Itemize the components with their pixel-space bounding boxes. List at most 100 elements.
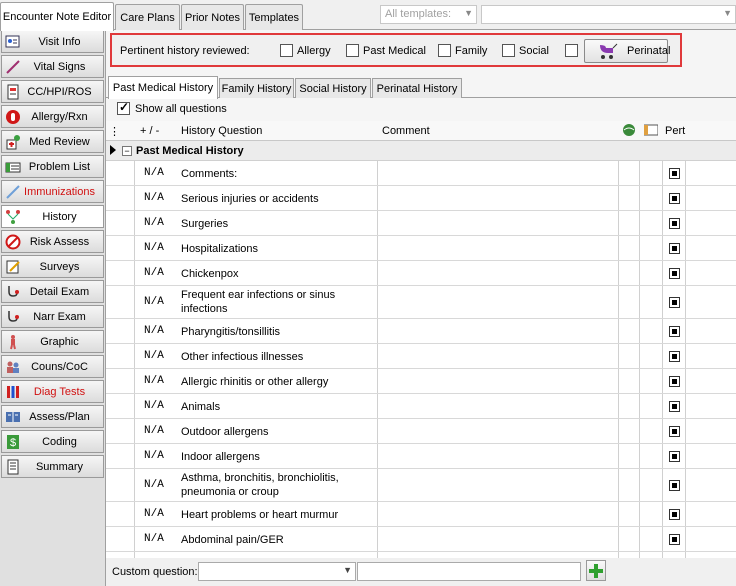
checkbox-checked[interactable]	[117, 100, 130, 115]
family-tree-icon	[4, 208, 22, 226]
table-row[interactable]: N/A Frequent ear infections or sinus inf…	[106, 286, 736, 319]
counseling-icon	[4, 358, 22, 376]
template-select[interactable]: ▼	[481, 5, 736, 24]
sidebar-item-surveys[interactable]: Surveys	[1, 255, 104, 278]
summary-icon	[4, 458, 22, 476]
group-title: Past Medical History	[136, 145, 244, 157]
table-row[interactable]: N/A Pharyngitis/tonsillitis	[106, 319, 736, 344]
sidebar-item-immunizations[interactable]: Immunizations	[1, 180, 104, 203]
custom-question-select[interactable]: ▼	[198, 562, 356, 581]
pert-checkbox[interactable]	[669, 451, 680, 462]
current-row-indicator-icon	[110, 145, 116, 155]
tab-prior-notes[interactable]: Prior Notes	[181, 4, 244, 30]
sidebar-item-diag-tests[interactable]: Diag Tests	[1, 380, 104, 403]
table-row[interactable]: N/A Heart problems or heart murmur	[106, 502, 736, 527]
svg-text:$: $	[10, 437, 16, 449]
checkbox[interactable]	[565, 44, 578, 57]
header-plus-minus[interactable]: + / -	[140, 125, 159, 137]
checkbox[interactable]	[438, 44, 451, 57]
sidebar-item-detail-exam[interactable]: Detail Exam	[1, 280, 104, 303]
pert-checkbox[interactable]	[669, 426, 680, 437]
pert-checkbox[interactable]	[669, 351, 680, 362]
pert-checkbox[interactable]	[669, 297, 680, 308]
tab-family-history[interactable]: Family History	[219, 78, 294, 98]
pert-checkbox[interactable]	[669, 168, 680, 179]
templates-filter-select[interactable]: All templates: ▼	[380, 5, 477, 24]
pert-checkbox[interactable]	[669, 218, 680, 229]
allergy-icon	[4, 108, 22, 126]
globe-icon[interactable]	[622, 123, 636, 140]
table-row[interactable]: N/A Chickenpox	[106, 261, 736, 286]
sidebar-item-med-review[interactable]: Med Review	[1, 130, 104, 153]
group-row[interactable]: − Past Medical History	[106, 141, 736, 161]
add-custom-question-button[interactable]	[586, 560, 606, 581]
sidebar-item-allergy-rxn[interactable]: Allergy/Rxn	[1, 105, 104, 128]
pert-checkbox[interactable]	[669, 268, 680, 279]
custom-question-bar: Custom question: ▼	[106, 558, 736, 586]
table-row[interactable]: N/A Hospitalizations	[106, 236, 736, 261]
sidebar-item-assess-plan[interactable]: Assess/Plan	[1, 405, 104, 428]
perinatal-button[interactable]: Perinatal	[584, 39, 670, 63]
checkbox[interactable]	[280, 44, 293, 57]
table-row[interactable]: N/A Indoor allergens	[106, 444, 736, 469]
sidebar-item-problem-list[interactable]: Problem List	[1, 155, 104, 178]
checkbox[interactable]	[502, 44, 515, 57]
checkbox[interactable]	[346, 44, 359, 57]
pertinent-past-medical-checkbox[interactable]: Past Medical	[346, 44, 426, 57]
table-row[interactable]: N/A Comments:	[106, 161, 736, 186]
tab-templates[interactable]: Templates	[245, 4, 303, 30]
pert-checkbox[interactable]	[669, 243, 680, 254]
syringe-icon	[4, 183, 22, 201]
stroller-icon	[597, 42, 619, 60]
sidebar-item-history[interactable]: History	[1, 205, 104, 228]
sidebar-item-cc-hpi-ros[interactable]: CC/HPI/ROS	[1, 80, 104, 103]
pert-checkbox[interactable]	[669, 534, 680, 545]
tab-past-medical-history[interactable]: Past Medical History	[108, 76, 218, 99]
sidebar-item-coding[interactable]: $ Coding	[1, 430, 104, 453]
header-history-question[interactable]: History Question	[181, 125, 262, 137]
sidebar-item-risk-assess[interactable]: Risk Assess	[1, 230, 104, 253]
tab-perinatal-history[interactable]: Perinatal History	[372, 78, 462, 98]
pert-checkbox[interactable]	[669, 193, 680, 204]
show-all-questions-checkbox[interactable]: Show all questions	[117, 100, 227, 115]
tab-encounter-note-editor[interactable]: Encounter Note Editor	[0, 2, 114, 31]
list-icon	[4, 158, 22, 176]
sidebar-item-summary[interactable]: Summary	[1, 455, 104, 478]
table-row[interactable]: N/A Other infectious illnesses	[106, 344, 736, 369]
tab-social-history[interactable]: Social History	[295, 78, 371, 98]
table-row[interactable]: N/A Outdoor allergens	[106, 419, 736, 444]
tab-care-plans[interactable]: Care Plans	[115, 4, 180, 30]
sidebar-item-couns-coc[interactable]: Couns/CoC	[1, 355, 104, 378]
sidebar-item-vital-signs[interactable]: Vital Signs	[1, 55, 104, 78]
pert-checkbox[interactable]	[669, 401, 680, 412]
custom-question-input[interactable]	[357, 562, 581, 581]
stethoscope-icon	[4, 308, 22, 326]
pert-checkbox[interactable]	[669, 376, 680, 387]
list-icon[interactable]	[643, 124, 659, 139]
table-row[interactable]: N/A Abdominal pain/GER	[106, 527, 736, 552]
pertinent-family-checkbox[interactable]: Family	[438, 44, 487, 57]
body-icon	[4, 333, 22, 351]
sidebar-item-graphic[interactable]: Graphic	[1, 330, 104, 353]
header-comment[interactable]: Comment	[382, 125, 430, 137]
document-icon	[4, 83, 22, 101]
custom-question-label: Custom question:	[112, 566, 198, 578]
pertinent-perinatal-checkbox[interactable]	[565, 44, 582, 57]
sidebar-item-visit-info[interactable]: Visit Info	[1, 30, 104, 53]
table-row[interactable]: N/A Animals	[106, 394, 736, 419]
pertinent-social-checkbox[interactable]: Social	[502, 44, 549, 57]
medication-icon	[4, 133, 22, 151]
collapse-icon[interactable]: −	[122, 146, 132, 156]
test-tubes-icon	[4, 383, 22, 401]
dollar-icon: $	[4, 433, 22, 451]
table-row[interactable]: N/A Surgeries	[106, 211, 736, 236]
sidebar-item-narr-exam[interactable]: Narr Exam	[1, 305, 104, 328]
pert-checkbox[interactable]	[669, 480, 680, 491]
pertinent-allergy-checkbox[interactable]: Allergy	[280, 44, 331, 57]
pert-checkbox[interactable]	[669, 326, 680, 337]
table-row[interactable]: N/A Allergic rhinitis or other allergy	[106, 369, 736, 394]
pert-checkbox[interactable]	[669, 509, 680, 520]
table-row[interactable]: N/A Asthma, bronchitis, bronchiolitis, p…	[106, 469, 736, 502]
header-pert[interactable]: Pert	[665, 125, 685, 137]
table-row[interactable]: N/A Serious injuries or accidents	[106, 186, 736, 211]
